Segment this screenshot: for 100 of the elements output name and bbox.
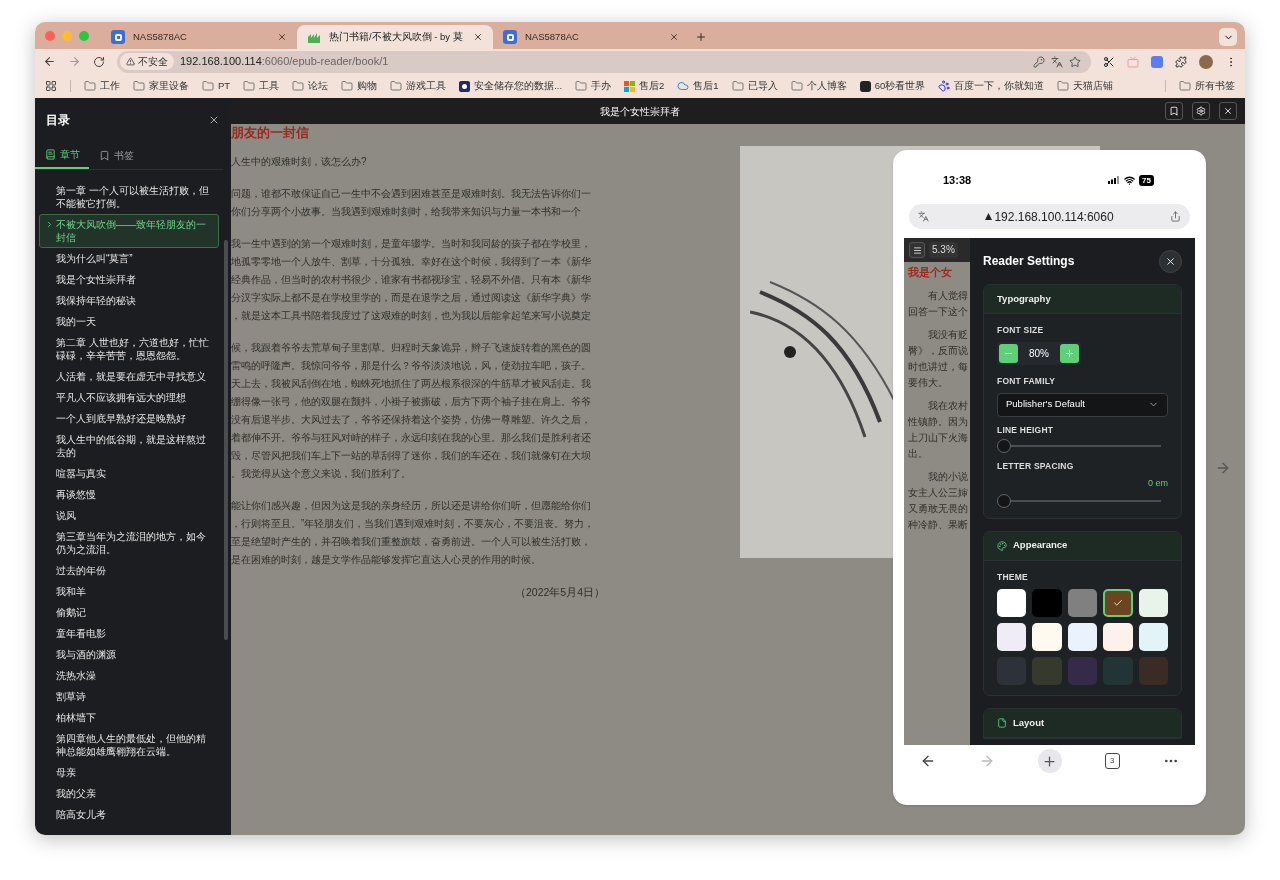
theme-swatch[interactable] (1032, 657, 1062, 686)
chapter-item[interactable]: 再谈悠慢 (39, 484, 219, 505)
bookmark-button[interactable] (1165, 102, 1183, 120)
theme-swatch[interactable] (1032, 623, 1062, 652)
bookmark-item[interactable]: 百度一下，你就知道 (938, 78, 1045, 94)
menu-button[interactable] (909, 242, 925, 258)
folder-icon (243, 80, 256, 92)
chapter-item[interactable]: 说风 (39, 505, 219, 526)
status-time: 13:38 (943, 172, 972, 188)
bookmark-item[interactable]: 工具 (243, 78, 280, 94)
all-bookmarks-item[interactable]: 所有书签 (1179, 78, 1235, 94)
chapter-item[interactable]: 我和羊 (39, 581, 219, 602)
theme-swatch[interactable] (1103, 623, 1133, 652)
close-icon[interactable] (473, 32, 483, 42)
chapter-item[interactable]: 母亲 (39, 762, 219, 783)
bookmark-item[interactable]: 已导入 (731, 78, 778, 94)
chapter-item[interactable]: 喧嚣与真实 (39, 463, 219, 484)
bookmark-item[interactable]: 论坛 (292, 78, 329, 94)
translate-icon[interactable] (1051, 55, 1063, 68)
new-tab-icon[interactable] (695, 31, 707, 43)
theme-swatch[interactable] (1138, 657, 1168, 686)
key-icon[interactable] (1033, 55, 1045, 68)
theme-swatch[interactable] (1032, 589, 1062, 618)
book-text-line: 分汉字实际上都不是在学校里学的，而是在退学之后，通过阅读这《新华字典》学 (231, 291, 591, 305)
book-text-line: 有人觉得 (927, 288, 969, 303)
share-icon[interactable] (1170, 211, 1181, 222)
extension-icon[interactable] (1151, 55, 1163, 68)
bookmark-item[interactable]: 天猫店铺 (1057, 78, 1114, 94)
close-button[interactable] (1159, 249, 1182, 273)
translate-icon[interactable] (918, 211, 929, 222)
chapter-item[interactable]: 柏林墙下 (39, 707, 219, 728)
font-family-select[interactable]: Publisher's Default (997, 392, 1168, 417)
settings-button[interactable] (1192, 102, 1210, 120)
chapter-item[interactable]: 第三章当年为之流泪的地方，如今仍为之流泪。 (39, 526, 219, 560)
theme-swatch[interactable] (1138, 589, 1168, 618)
bookmark-item[interactable]: 60秒看世界 (859, 78, 926, 94)
chapter-item[interactable]: 童年看电影 (39, 623, 219, 644)
chapter-item[interactable]: 过去的年份 (39, 560, 219, 581)
bookmark-item[interactable]: 手办 (575, 78, 612, 94)
theme-swatch[interactable] (1138, 623, 1168, 652)
extensions-icon[interactable] (1175, 55, 1187, 68)
bookmark-item[interactable]: 安全储存您的数据... (459, 78, 563, 94)
increase-button[interactable] (1060, 343, 1079, 363)
bookmark-item[interactable]: 工作 (84, 78, 120, 94)
scissors-icon[interactable] (1103, 55, 1115, 68)
folder-icon (84, 80, 96, 92)
browser-tab[interactable]: NAS5878AC (493, 25, 689, 49)
url-field[interactable]: 192.168.100.114:6060 (909, 204, 1190, 229)
chapter-item[interactable]: 我的一天 (39, 311, 219, 332)
security-chip[interactable]: 不安全 (120, 53, 174, 70)
close-icon[interactable] (669, 32, 679, 42)
back-icon[interactable] (43, 55, 56, 68)
chapter-item[interactable]: 我是个女性崇拜者 (39, 269, 219, 290)
theme-swatch[interactable] (1103, 589, 1133, 618)
tab-count-button[interactable]: 3 (1104, 753, 1120, 769)
chapter-item[interactable]: 割草诗 (39, 686, 219, 707)
bookmark-item[interactable]: PT (202, 78, 231, 94)
bookmark-item[interactable]: 个人博客 (790, 78, 847, 94)
close-button[interactable] (1219, 102, 1237, 120)
slider-thumb[interactable] (997, 439, 1011, 454)
bookmark-item[interactable]: 购物 (341, 78, 378, 94)
chapter-item[interactable]: 第二章 人世也好，六道也好，忙忙碌碌，辛辛苦苦，恩恩怨怨。 (39, 332, 219, 366)
avatar-icon[interactable] (1199, 54, 1213, 69)
bookmark-item[interactable]: 游戏工具 (390, 78, 447, 94)
chapter-item[interactable]: 我为什么叫“莫言” (39, 248, 219, 269)
close-icon (1223, 106, 1233, 116)
chapter-item[interactable]: 平凡人不应该拥有远大的理想 (39, 387, 219, 408)
browser-tab[interactable]: NAS5878AC (101, 25, 297, 49)
chapter-item[interactable]: 人活着，就是要在虚无中寻找意义 (39, 366, 219, 387)
theme-swatch[interactable] (997, 623, 1027, 652)
theme-swatch[interactable] (1067, 589, 1098, 618)
chapter-item[interactable]: 偷鹅记 (39, 602, 219, 623)
close-icon[interactable] (208, 114, 220, 126)
bookmark-item[interactable]: 售后2 (624, 78, 665, 94)
browser-tab[interactable]: 热门书籍/不被大风吹倒 - by 莫 (297, 25, 493, 49)
chapter-item[interactable]: 第四章他人生的最低处，但他的精神总能如雄鹰翱翔在云端。 (39, 728, 219, 762)
chapter-item[interactable]: 洗热水澡 (39, 665, 219, 686)
chapter-item[interactable]: 不被大风吹倒——致年轻朋友的一封信 (39, 214, 219, 248)
chapter-item[interactable]: 我保持年轻的秘诀 (39, 290, 219, 311)
address-bar[interactable]: 不安全 192.168.100.114:6060/epub-reader/book/1 (117, 50, 1091, 73)
chapter-item[interactable]: 我的父亲 (39, 783, 219, 804)
decrease-button[interactable] (999, 343, 1018, 363)
chapter-item[interactable]: 第一章 一个人可以被生活打败，但不能被它打倒。 (39, 180, 219, 214)
bookmark-item[interactable]: 售后1 (677, 78, 719, 94)
bookmark-item[interactable]: 家里设备 (133, 78, 189, 94)
sidebar-tab[interactable]: 章节 (35, 142, 89, 169)
new-tab-button[interactable] (1038, 749, 1062, 773)
star-icon[interactable] (1069, 55, 1081, 68)
apps-icon[interactable] (45, 80, 57, 92)
sidebar-tab[interactable]: 书签 (89, 142, 143, 169)
theme-swatch[interactable] (1067, 657, 1098, 686)
theme-swatch[interactable] (1067, 623, 1098, 652)
slider-thumb[interactable] (997, 493, 1011, 508)
theme-swatch[interactable] (997, 589, 1027, 618)
close-icon[interactable] (277, 32, 287, 42)
chapter-item[interactable]: 我人生中的低谷期，就是这样熬过去的 (39, 429, 219, 463)
chapter-item[interactable]: 陪高女儿考 (39, 804, 219, 825)
chapter-item[interactable]: 一个人到底早熟好还是晚熟好 (39, 408, 219, 429)
chapter-item[interactable]: 我与酒的渊源 (39, 644, 219, 665)
reload-icon[interactable] (93, 55, 105, 68)
